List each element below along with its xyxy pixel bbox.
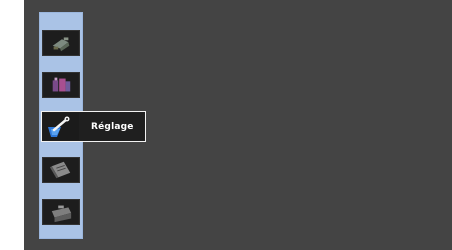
pencil-note-icon xyxy=(43,158,79,182)
menu-item-media[interactable] xyxy=(42,72,80,98)
menu-item-reglage[interactable]: Réglage xyxy=(41,111,146,142)
toolbox-icon xyxy=(43,200,79,224)
menu-item-notes[interactable] xyxy=(42,157,80,183)
video-camera-icon xyxy=(43,31,79,55)
media-icon xyxy=(43,73,79,97)
selected-menu-label: Réglage xyxy=(91,121,134,132)
menu-item-tools[interactable] xyxy=(42,199,80,225)
menu-item-video[interactable] xyxy=(42,30,80,56)
settings-wrench-icon xyxy=(43,113,79,140)
